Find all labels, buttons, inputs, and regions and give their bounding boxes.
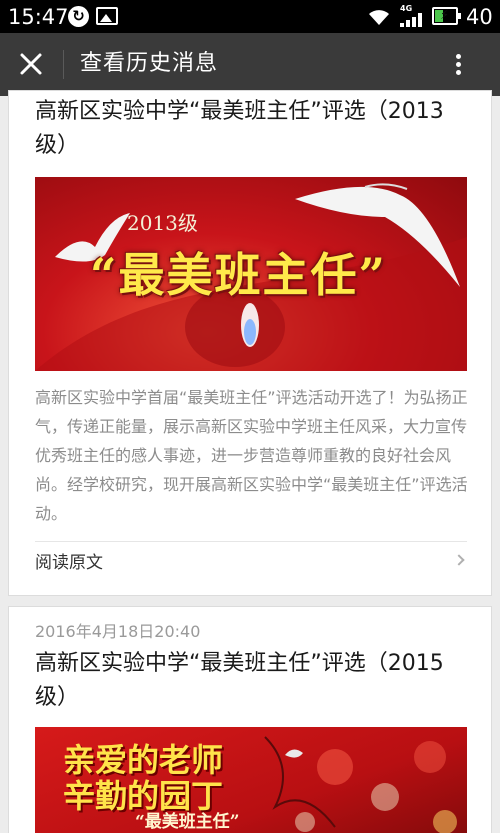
- status-bar: 15:47 ↻ 4G ⚡ 40: [0, 0, 500, 33]
- article-card[interactable]: 高新区实验中学“最美班主任”评选（2013级） 2013级 “最美班主任” 高新…: [8, 90, 492, 596]
- article-banner-image[interactable]: 2013级 “最美班主任”: [35, 177, 467, 371]
- read-more-label: 阅读原文: [35, 553, 103, 573]
- network-type-label: 4G: [400, 4, 413, 13]
- article-description: 高新区实验中学首届“最美班主任”评选活动开选了！为弘扬正气，传递正能量，展示高新…: [35, 388, 468, 523]
- gallery-icon: [96, 7, 118, 25]
- title-divider: [63, 50, 64, 79]
- more-vertical-icon[interactable]: [446, 46, 470, 82]
- status-time: 15:47: [8, 5, 69, 29]
- article-card[interactable]: 2016年4月18日20:40 高新区实验中学“最美班主任”评选（2015级） …: [8, 606, 492, 833]
- article-banner-image[interactable]: 亲爱的老师 辛勤的园丁 “最美班主任”: [35, 727, 467, 833]
- battery-level: 40: [466, 5, 493, 29]
- title-bar: 查看历史消息: [0, 33, 500, 96]
- page-title: 查看历史消息: [80, 51, 219, 76]
- read-more-link[interactable]: 阅读原文: [35, 541, 467, 581]
- banner-subtitle: “最美班主任”: [135, 812, 240, 832]
- article-title[interactable]: 高新区实验中学“最美班主任”评选（2015级）: [35, 647, 471, 715]
- article-title[interactable]: 高新区实验中学“最美班主任”评选（2013级）: [35, 95, 471, 163]
- article-date: 2016年4月18日20:40: [35, 622, 201, 641]
- chevron-right-icon: [453, 554, 465, 566]
- signal-icon: [400, 13, 424, 27]
- sync-icon: ↻: [68, 6, 89, 27]
- banner-year: 2013级: [127, 211, 198, 235]
- battery-charging-icon: ⚡: [432, 7, 461, 25]
- wifi-icon: [369, 10, 389, 25]
- banner-headline: “最美班主任”: [90, 248, 387, 302]
- close-icon[interactable]: [13, 46, 49, 82]
